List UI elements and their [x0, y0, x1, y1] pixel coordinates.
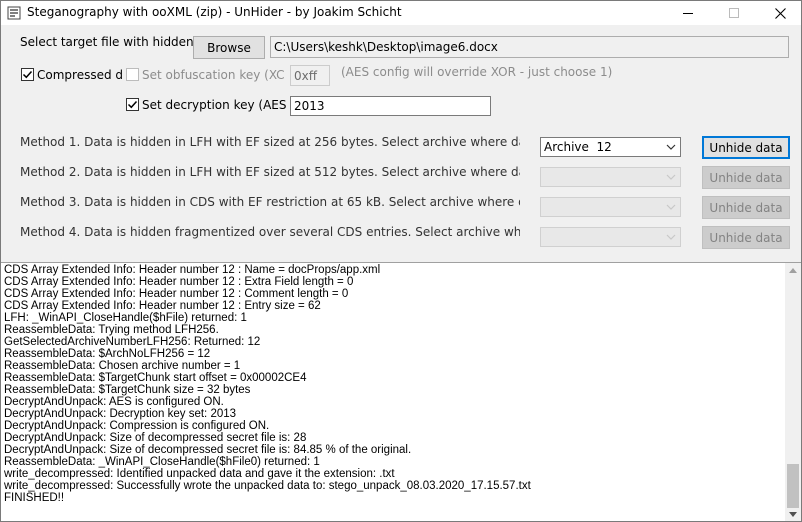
- scroll-up-icon[interactable]: [789, 267, 797, 273]
- method-2-archive-select: [540, 167, 681, 187]
- title-bar[interactable]: Steganography with ooXML (zip) - UnHider…: [1, 1, 801, 25]
- unhider-window: Steganography with ooXML (zip) - UnHider…: [0, 0, 802, 522]
- compressed-label: Compressed d: [37, 68, 124, 82]
- method-2-unhide-button: Unhide data: [702, 166, 790, 189]
- obfuscation-checkbox: [126, 68, 139, 81]
- method-3-label: Method 3. Data is hidden in CDS with EF …: [20, 195, 520, 209]
- obfuscation-label: Set obfuscation key (XC: [142, 68, 285, 82]
- log-line: LFH: _WinAPI_CloseHandle($hFile) returne…: [4, 312, 247, 324]
- log-line: CDS Array Extended Info: Header number 1…: [4, 264, 381, 276]
- aes-note: (AES config will override XOR - just cho…: [341, 65, 613, 79]
- minimize-button[interactable]: [665, 1, 711, 25]
- log-output[interactable]: CDS Array Extended Info: Header number 1…: [1, 262, 801, 521]
- target-path-field[interactable]: C:\Users\keshk\Desktop\image6.docx: [270, 36, 789, 58]
- method-1-label: Method 1. Data is hidden in LFH with EF …: [20, 135, 520, 149]
- log-scrollbar[interactable]: [785, 263, 801, 521]
- obfuscation-key-field: 0xff: [290, 65, 330, 86]
- chevron-down-icon: [666, 174, 676, 180]
- log-line: write_decompressed: Successfully wrote t…: [4, 480, 531, 492]
- method-4-unhide-button: Unhide data: [702, 226, 790, 249]
- log-line: CDS Array Extended Info: Header number 1…: [4, 288, 349, 300]
- scroll-down-icon[interactable]: [789, 512, 797, 518]
- checkmark-icon: [127, 100, 138, 109]
- checkmark-icon: [22, 70, 33, 79]
- log-line: write_decompressed: Identified unpacked …: [4, 468, 395, 480]
- method-4-archive-select: [540, 227, 681, 247]
- method-1-selected-value: Archive 12: [544, 140, 612, 154]
- maximize-button: [711, 1, 757, 25]
- chevron-down-icon: [666, 144, 676, 150]
- method-4-label: Method 4. Data is hidden fragmentized ov…: [20, 225, 520, 239]
- log-line: GetSelectedArchiveNumberLFH256: Returned…: [4, 336, 261, 348]
- log-line: FINISHED!!: [4, 492, 65, 504]
- scrollbar-thumb[interactable]: [787, 464, 799, 508]
- log-line: ReassembleData: $TargetChunk start offse…: [4, 372, 307, 384]
- method-1-archive-select[interactable]: Archive 12: [540, 137, 681, 157]
- method-1-unhide-button[interactable]: Unhide data: [702, 136, 790, 159]
- target-file-label: Select target file with hidden d: [20, 35, 206, 49]
- log-lines: CDS Array Extended Info: Header number 1…: [4, 264, 784, 504]
- log-line: ReassembleData: Chosen archive number = …: [4, 360, 241, 372]
- log-line: ReassembleData: $ArchNoLFH256 = 12: [4, 348, 211, 360]
- log-line: ReassembleData: $TargetChunk size = 32 b…: [4, 384, 251, 396]
- chevron-down-icon: [666, 204, 676, 210]
- minimize-icon: [683, 13, 693, 14]
- log-line: DecryptAndUnpack: Size of decompressed s…: [4, 432, 307, 444]
- app-icon: [7, 6, 21, 20]
- log-line: ReassembleData: _WinAPI_CloseHandle($hFi…: [4, 456, 320, 468]
- window-title: Steganography with ooXML (zip) - UnHider…: [27, 5, 402, 19]
- close-button[interactable]: [757, 1, 802, 25]
- compressed-checkbox[interactable]: [21, 68, 34, 81]
- log-line: DecryptAndUnpack: AES is configured ON.: [4, 396, 224, 408]
- log-line: DecryptAndUnpack: Compression is configu…: [4, 420, 270, 432]
- maximize-icon: [729, 8, 739, 18]
- decryption-key-field[interactable]: 2013: [290, 96, 491, 116]
- method-2-label: Method 2. Data is hidden in LFH with EF …: [20, 165, 520, 179]
- close-icon: [774, 7, 786, 19]
- log-line: DecryptAndUnpack: Decryption key set: 20…: [4, 408, 237, 420]
- log-line: CDS Array Extended Info: Header number 1…: [4, 300, 321, 312]
- decryption-label: Set decryption key (AES ;: [142, 98, 295, 112]
- log-line: ReassembleData: Trying method LFH256.: [4, 324, 219, 336]
- method-3-unhide-button: Unhide data: [702, 196, 790, 219]
- method-3-archive-select: [540, 197, 681, 217]
- browse-button[interactable]: Browse: [193, 36, 265, 59]
- log-line: DecryptAndUnpack: Size of decompressed s…: [4, 444, 412, 456]
- decryption-checkbox[interactable]: [126, 98, 139, 111]
- chevron-down-icon: [666, 234, 676, 240]
- log-line: CDS Array Extended Info: Header number 1…: [4, 276, 354, 288]
